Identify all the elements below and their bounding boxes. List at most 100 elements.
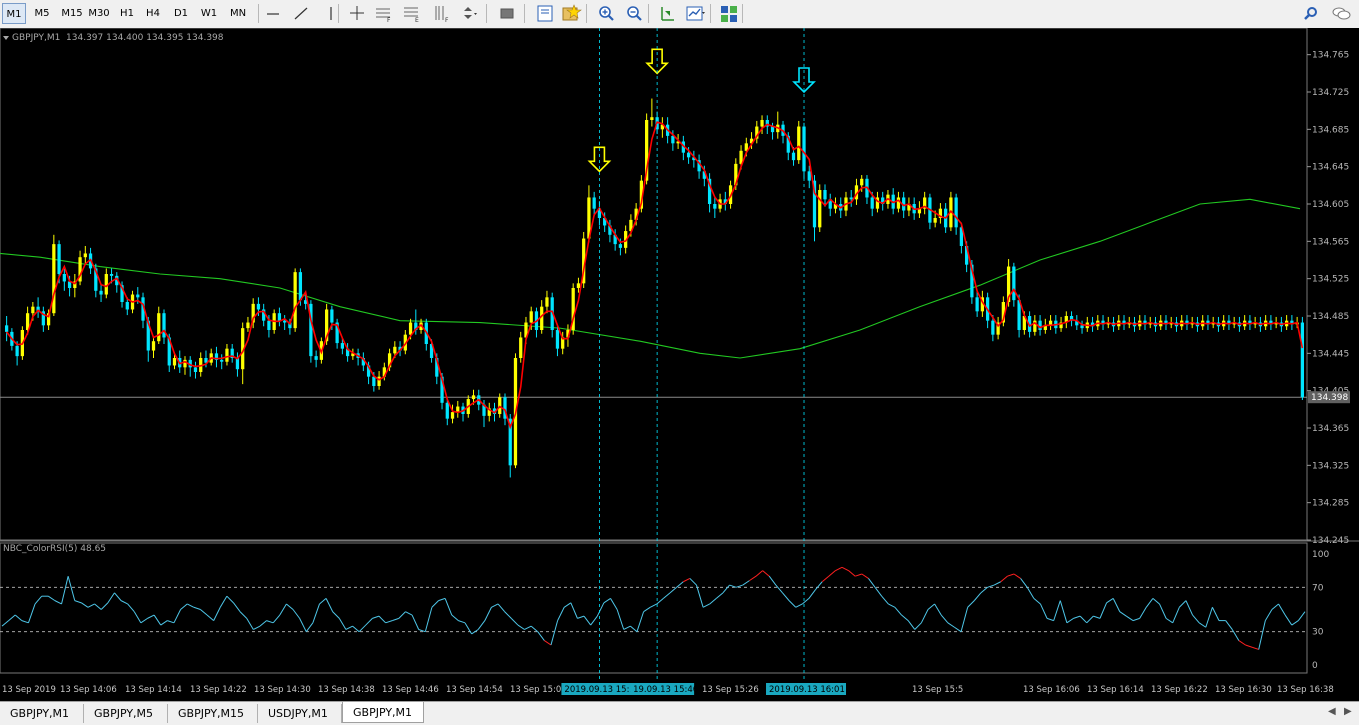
time-label: 13 Sep 2019 [2,685,56,695]
rsi-segment [689,578,697,586]
chart-tab[interactable]: GBPJPY,M1 [342,702,424,723]
favorites-icon[interactable] [560,3,582,24]
candle [225,344,229,366]
timeframe-h4-button[interactable]: H4 [140,3,166,24]
tab-scroll-right-icon[interactable]: ▶ [1344,706,1352,717]
chart-tab[interactable]: GBPJPY,M1 [0,704,84,723]
rsi-segment [1073,615,1081,619]
candle [545,290,549,314]
tab-scroll-left-icon[interactable]: ◀ [1328,706,1336,717]
rsi-segment [1053,600,1061,621]
rsi-segment [471,629,479,635]
candle-body [15,345,19,357]
candle [83,246,87,265]
rsi-segment [510,618,519,626]
chart-tab[interactable]: USDJPY,M1 [258,704,342,723]
rsi-segment [21,620,29,624]
candle-body [975,297,979,312]
vline-icon[interactable] [320,3,342,24]
candle-body [125,302,129,310]
chart-menu-triangle-icon[interactable] [3,35,9,40]
rsi-segment [808,589,816,599]
rsi-segment [74,600,82,604]
hline-icon[interactable] [262,3,284,24]
timeframe-m30-button[interactable]: M30 [84,3,114,24]
rsi-segment [120,600,128,605]
autoscroll-icon[interactable] [656,3,678,24]
candle-body [807,171,811,181]
candle [335,318,339,349]
timeframe-h1-button[interactable]: H1 [114,3,140,24]
rsi-segment [821,575,830,583]
chart-tab[interactable]: GBPJPY,M15 [168,704,258,723]
rsi-segment [947,622,955,628]
fibo-timezones-icon[interactable]: F [430,3,452,24]
rsi-segment [1211,607,1220,621]
price-label: 134.525 [1312,275,1349,285]
toolbar-separator [710,4,711,23]
candle [1064,311,1068,329]
timeframe-d1-button[interactable]: D1 [168,3,194,24]
rsi-segment [358,624,367,633]
fibo-expansion-icon[interactable]: E [400,3,422,24]
timeframe-mn-button[interactable]: MN [224,3,252,24]
rsi-segment [100,602,109,610]
chart-window[interactable]: 134.765 134.725 134.685 134.645 134.605 134.5… [0,28,1359,701]
zoom-in-icon[interactable] [596,3,618,24]
rsi-segment [1039,603,1048,619]
rsi-segment [643,606,651,613]
rsi-segment [312,603,320,623]
timeframe-w1-button[interactable]: W1 [196,3,222,24]
price-label: 134.605 [1312,200,1349,210]
rsi-segment [1185,600,1194,616]
timeframe-m5-button[interactable]: M5 [28,3,56,24]
crosshair-icon[interactable] [346,3,368,24]
time-label: 13 Sep 16:14 [1087,685,1144,695]
rsi-segment [696,584,704,608]
chart-tab[interactable]: GBPJPY,M5 [84,704,168,723]
rsi-segment [874,587,883,597]
rsi-segment [530,625,539,633]
arrows-menu-icon[interactable] [458,3,480,24]
price-label: 134.285 [1312,499,1349,509]
time-label: 13 Sep 14:30 [254,685,311,695]
time-label: 13 Sep 15:5 [912,685,963,695]
rsi-segment [398,611,406,619]
candle-body [99,290,103,295]
search-icon[interactable] [1300,3,1322,24]
template-icon[interactable] [534,3,556,24]
candle [923,191,927,215]
time-label: 13 Sep 16:06 [1023,685,1080,695]
candle-body [246,322,250,329]
window-tile-icon[interactable] [718,3,740,24]
candle [650,98,654,127]
candle [938,203,943,224]
candle-body [1080,325,1084,329]
candle [881,191,885,211]
rsi-segment [835,566,843,572]
rsi-segment [272,614,281,624]
rsi-segment [1205,607,1213,628]
rectangle-icon[interactable] [496,3,518,24]
rsi-segment [1245,644,1253,648]
rsi-segment [385,620,393,624]
chat-icon[interactable] [1330,3,1352,24]
candle-body [340,343,344,349]
rsi-segment [61,576,69,605]
rsi-segment [392,617,400,622]
rsi-segment [1086,615,1094,624]
trendline-icon[interactable] [290,3,312,24]
chart-type-icon[interactable] [684,3,706,24]
chart-canvas[interactable]: 134.765 134.725 134.685 134.645 134.605 134.5… [0,28,1359,701]
rsi-segment [246,618,254,630]
candle [104,268,108,299]
timeframe-m1-button[interactable]: M1 [2,3,26,24]
rsi-segment [702,603,710,608]
fibo-fan-icon[interactable]: F [372,3,394,24]
rsi-segment [630,625,638,633]
rsi-segment [1258,620,1266,650]
rsi-segment [544,640,552,646]
rsi-segment [424,607,433,632]
candle-body [31,306,35,314]
zoom-out-icon[interactable] [624,3,646,24]
